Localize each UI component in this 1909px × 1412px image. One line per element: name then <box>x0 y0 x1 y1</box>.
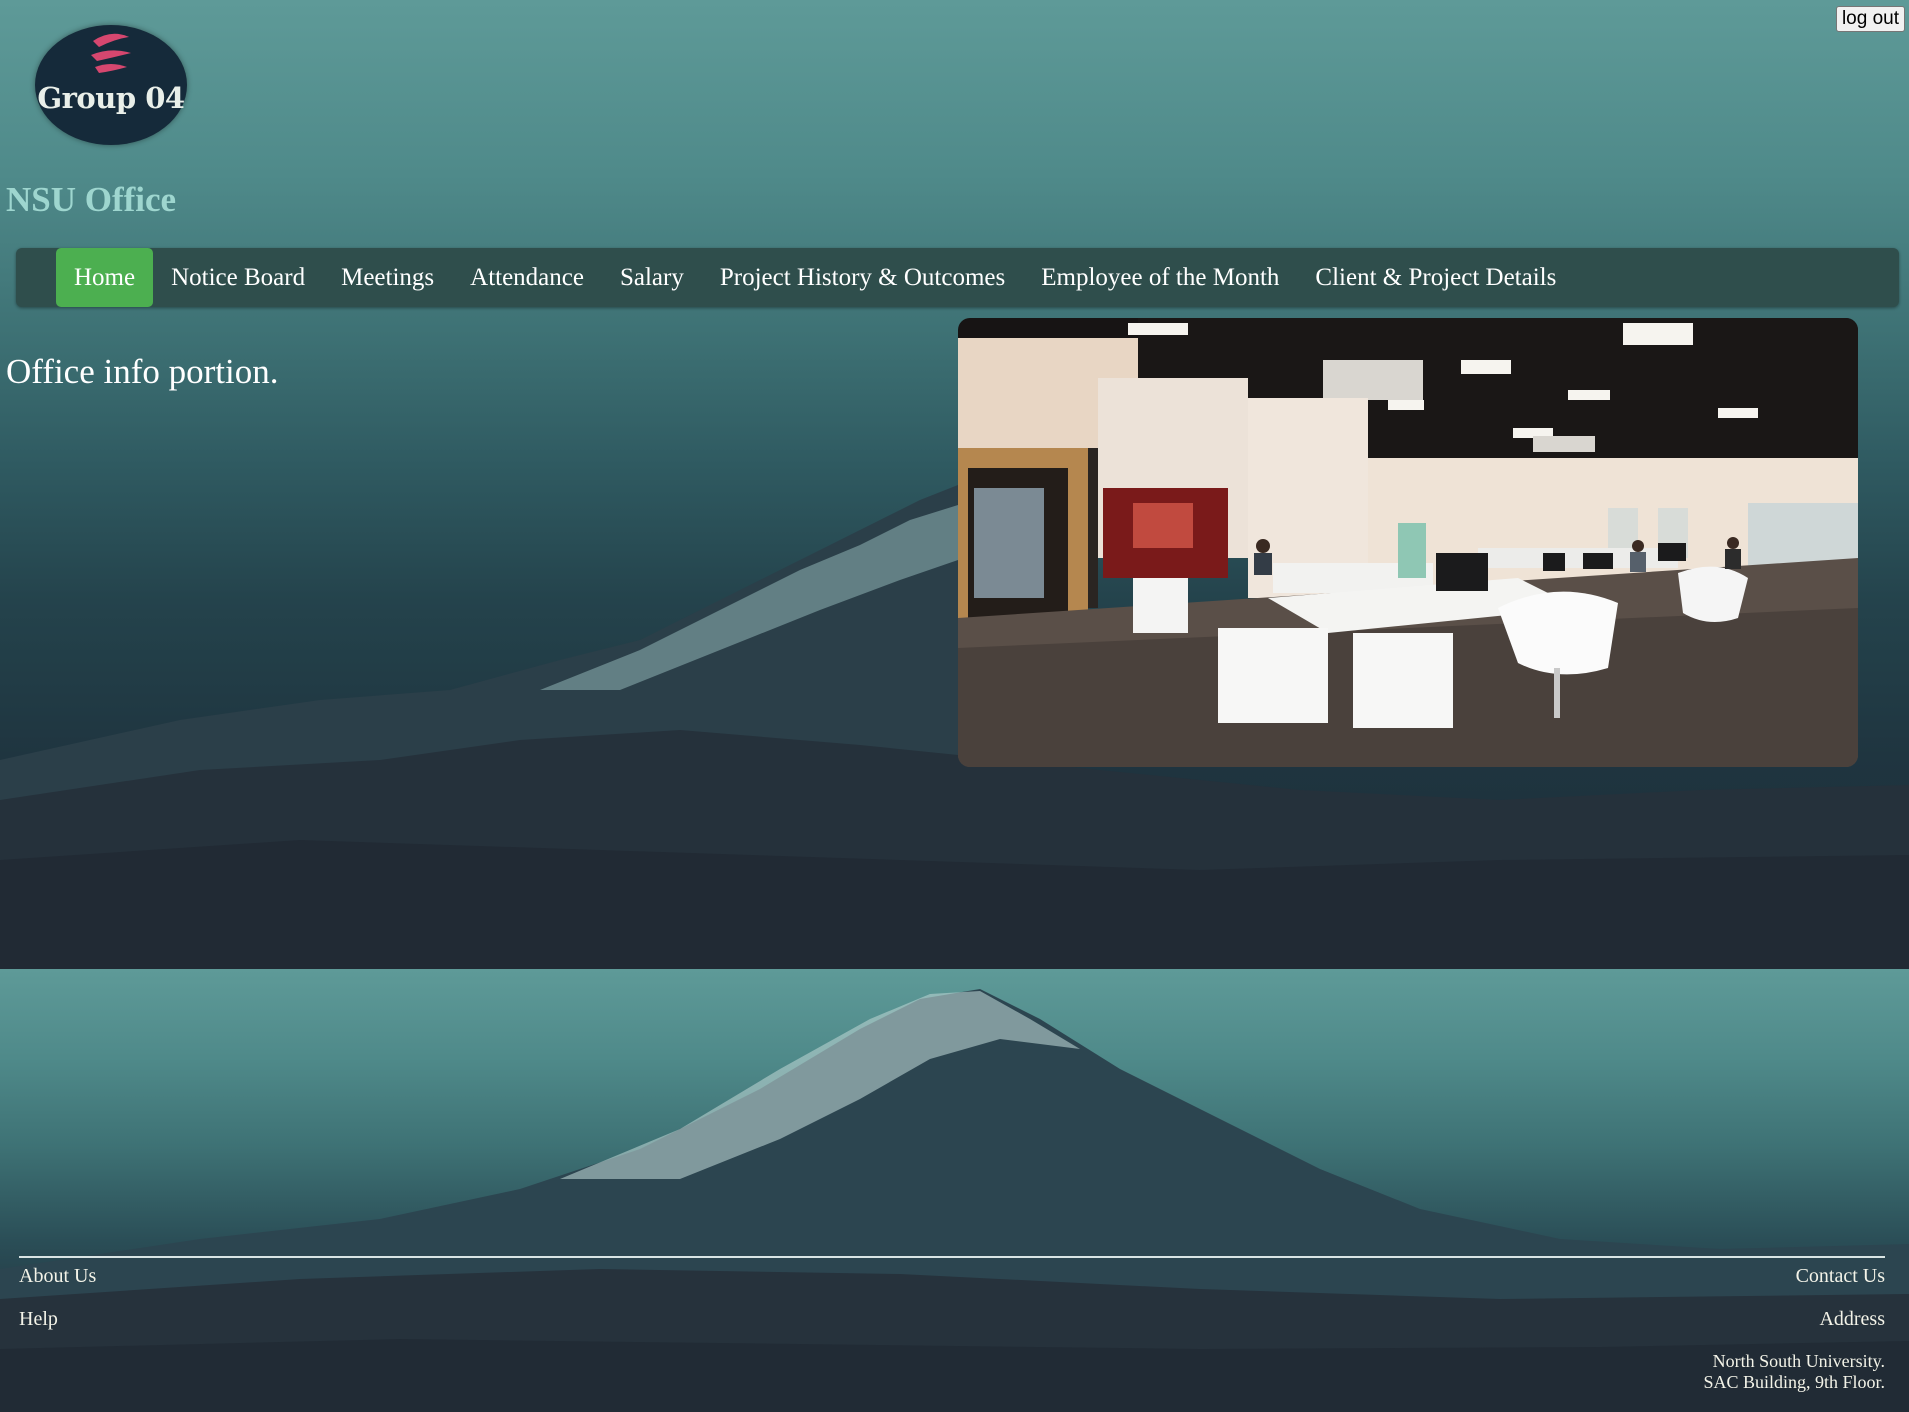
mountain-illustration-footer <box>0 989 1909 1412</box>
footer-address-link[interactable]: Address <box>1819 1308 1885 1331</box>
nav-item-client-project-details[interactable]: Client & Project Details <box>1297 248 1574 307</box>
office-info-text: Office info portion. <box>6 352 279 391</box>
logout-button[interactable]: log out <box>1835 6 1905 32</box>
nav-item-salary[interactable]: Salary <box>602 248 702 307</box>
logo-text: Group 04 <box>37 81 185 115</box>
main-navigation: Home Notice Board Meetings Attendance Sa… <box>16 248 1899 307</box>
nav-item-project-history[interactable]: Project History & Outcomes <box>702 248 1023 307</box>
footer-about-us-link[interactable]: About Us <box>19 1265 96 1288</box>
footer-address-line-1: North South University. <box>1712 1351 1885 1371</box>
nav-item-home[interactable]: Home <box>56 248 154 307</box>
nav-item-attendance[interactable]: Attendance <box>452 248 602 307</box>
office-photo <box>958 318 1858 767</box>
nav-list: Home Notice Board Meetings Attendance Sa… <box>16 248 1899 307</box>
office-interior-image <box>958 318 1858 767</box>
group-logo: Group 04 <box>35 25 187 145</box>
nav-item-employee-of-month[interactable]: Employee of the Month <box>1023 248 1297 307</box>
footer-help-link[interactable]: Help <box>19 1308 58 1331</box>
nav-item-notice-board[interactable]: Notice Board <box>153 248 323 307</box>
footer-divider <box>19 1256 1885 1258</box>
site-title: NSU Office <box>6 180 177 219</box>
background-landscape-bottom <box>0 969 1909 1412</box>
footer-address-line-2: SAC Building, 9th Floor. <box>1703 1372 1885 1392</box>
nav-item-meetings[interactable]: Meetings <box>323 248 452 307</box>
logo-swoosh-icon <box>91 33 131 73</box>
footer-contact-us-link[interactable]: Contact Us <box>1796 1265 1885 1288</box>
